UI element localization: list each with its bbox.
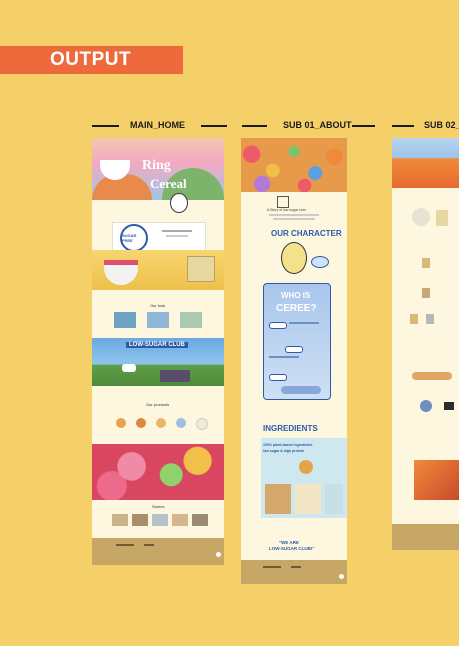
ingredient-image <box>299 460 313 474</box>
product-thumbnail[interactable] <box>156 418 166 428</box>
character-mascot-image <box>281 242 307 274</box>
story-thumbnail[interactable] <box>172 514 188 526</box>
cereal-header-image <box>241 138 347 192</box>
cereal-box-image <box>187 256 215 282</box>
product-image[interactable] <box>422 288 430 298</box>
text-line <box>289 322 319 324</box>
scroll-top-button[interactable] <box>339 574 344 579</box>
ingredient-photo <box>325 484 343 514</box>
output-label: OUTPUT <box>50 49 132 70</box>
ingredients-line-1: 100% plant-based ingredients <box>263 443 313 447</box>
doodle-icon <box>277 196 289 208</box>
product-image[interactable] <box>420 400 432 412</box>
our-character-heading: OUR CHARACTER <box>271 229 342 238</box>
badge-label: SUGAR FREE <box>122 233 137 243</box>
section-heading-stories: Stories <box>152 504 165 509</box>
divider-line <box>201 125 227 127</box>
sugar-free-badge: SUGAR FREE <box>120 224 148 252</box>
look-thumbnail[interactable] <box>147 312 169 328</box>
footer-text-line <box>116 544 134 546</box>
product-thumbnail[interactable] <box>116 418 126 428</box>
mascot-image <box>170 193 188 213</box>
story-thumbnail[interactable] <box>152 514 168 526</box>
product-image[interactable] <box>412 208 430 226</box>
footer-text-line <box>291 566 301 568</box>
product-image[interactable] <box>444 402 454 410</box>
ingredients-line-2: low sugar & high protein <box>263 449 305 453</box>
look-thumbnail[interactable] <box>114 312 136 328</box>
footer <box>241 560 347 584</box>
product-image[interactable] <box>422 258 430 268</box>
promo-image <box>414 460 459 500</box>
story-thumbnail[interactable] <box>192 514 208 526</box>
text-line <box>269 356 299 358</box>
hero-title-line2: Cereal <box>150 176 187 191</box>
product-image[interactable] <box>426 314 434 324</box>
column-title-products: SUB 02_P <box>424 120 459 130</box>
closing-line-1: "WE ARE <box>279 540 299 545</box>
product-image[interactable] <box>436 210 448 226</box>
divider-line <box>92 125 119 127</box>
product-thumbnail[interactable] <box>136 418 146 428</box>
product-image[interactable] <box>410 314 418 324</box>
scroll-top-button[interactable] <box>216 552 221 557</box>
products-hero <box>392 138 459 188</box>
speech-bubble <box>311 256 329 268</box>
divider-line <box>392 125 414 127</box>
section-heading-products: Our products <box>146 402 170 407</box>
trait-pill <box>269 374 287 381</box>
text-line <box>162 230 192 232</box>
footer <box>392 524 459 550</box>
look-thumbnail[interactable] <box>180 312 202 328</box>
trait-pill <box>269 322 287 329</box>
ingredient-photo <box>295 484 321 514</box>
who-is-ceree-card <box>263 283 331 400</box>
story-thumbnail[interactable] <box>112 514 128 526</box>
about-tagline: A Story of low sugar club <box>267 208 306 212</box>
output-banner: OUTPUT <box>0 46 183 74</box>
product-thumbnail[interactable] <box>196 418 208 430</box>
section-heading-our-look: Our look <box>150 303 166 308</box>
divider-line <box>352 125 375 127</box>
about-page: A Story of low sugar club OUR CHARACTER … <box>241 138 347 584</box>
footer-text-line <box>263 566 281 568</box>
footer <box>92 538 224 565</box>
product-thumbnail[interactable] <box>176 418 186 428</box>
text-line <box>269 214 319 216</box>
story-thumbnail[interactable] <box>132 514 148 526</box>
ingredient-photo <box>265 484 291 514</box>
club-banner-title: LOW-SUGAR CLUB <box>126 342 188 348</box>
trait-pill <box>285 346 303 353</box>
ingredients-heading: INGREDIENTS <box>263 424 318 433</box>
text-line <box>166 235 188 237</box>
character-faces-image <box>281 386 321 394</box>
cereal-closeup-image <box>92 444 224 500</box>
cow-image <box>122 364 136 372</box>
people-image <box>160 370 190 382</box>
closing-line-2: LOW-SUGAR CLUB!" <box>269 546 315 551</box>
main-home-page: Ring Cereal SUGAR FREE Our look LOW-SUGA… <box>92 138 224 565</box>
hero-title-line1: Ring <box>142 158 171 173</box>
who-is-heading: WHO IS <box>281 291 311 300</box>
product-image[interactable] <box>412 372 452 380</box>
divider-line <box>242 125 267 127</box>
products-page <box>392 138 459 550</box>
footer-text-line <box>144 544 154 546</box>
ceree-heading: CEREE? <box>276 303 317 314</box>
column-title-about: SUB 01_ABOUT <box>283 120 352 130</box>
text-line <box>273 218 315 220</box>
column-title-main-home: MAIN_HOME <box>130 120 186 130</box>
